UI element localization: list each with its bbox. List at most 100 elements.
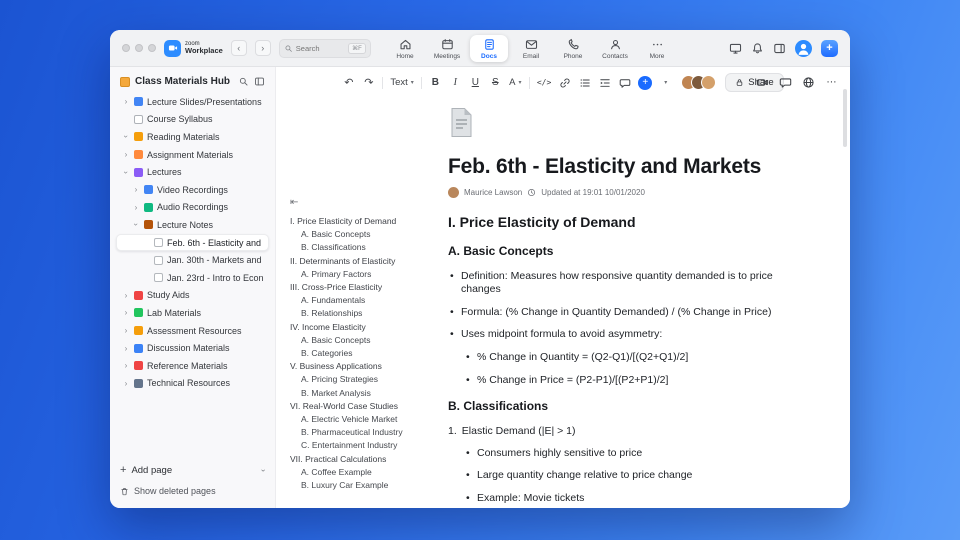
- outline-item[interactable]: A. Basic Concepts: [290, 228, 442, 241]
- outline-item[interactable]: B. Classifications: [290, 241, 442, 254]
- doc-heading-2a[interactable]: A. Basic Concepts: [448, 244, 788, 258]
- user-avatar[interactable]: [795, 39, 812, 57]
- undo-button[interactable]: ↶: [342, 75, 355, 91]
- sidebar-item-lecture-notes[interactable]: › Lecture Notes: [116, 216, 269, 234]
- video-camera-icon[interactable]: [756, 76, 769, 89]
- tab-label: Email: [522, 52, 540, 60]
- sidebar-item-technical-resources[interactable]: › Technical Resources: [116, 375, 269, 393]
- scrollbar[interactable]: [843, 89, 847, 147]
- tab-docs[interactable]: Docs: [470, 34, 508, 62]
- collaborator-avatars[interactable]: [681, 75, 717, 90]
- sidebar-item-course-syllabus[interactable]: ›Course Syllabus: [116, 111, 269, 129]
- outline-item[interactable]: VII. Practical Calculations: [290, 453, 442, 466]
- bullet-item[interactable]: % Change in Quantity = (Q2-Q1)/[(Q2+Q1)/…: [464, 351, 788, 364]
- notifications-bell-icon[interactable]: [751, 42, 764, 55]
- numbered-item-1[interactable]: 1. Elastic Demand (|E| > 1): [448, 425, 788, 437]
- outline-item[interactable]: IV. Income Elasticity: [290, 321, 442, 334]
- minimize-button[interactable]: [135, 44, 143, 52]
- comment-button[interactable]: [618, 75, 631, 91]
- sidebar-item-lecture-slides[interactable]: › Lecture Slides/Presentations: [116, 93, 269, 111]
- sidebar-item-discussion-materials[interactable]: › Discussion Materials: [116, 339, 269, 357]
- italic-button[interactable]: I: [449, 75, 462, 91]
- link-button[interactable]: [558, 75, 571, 91]
- bullet-item[interactable]: Large quantity change relative to price …: [464, 469, 788, 482]
- outline-item[interactable]: B. Pharmaceutical Industry: [290, 426, 442, 439]
- devices-icon[interactable]: [729, 42, 742, 55]
- bullet-item[interactable]: Consumers highly sensitive to price: [464, 447, 788, 460]
- bullet-item[interactable]: Formula: (% Change in Quantity Demanded)…: [448, 306, 788, 319]
- tab-phone[interactable]: Phone: [554, 35, 592, 62]
- collapse-toolbar-chevron[interactable]: ▾: [659, 75, 672, 91]
- search-input[interactable]: [295, 43, 340, 53]
- underline-button[interactable]: U: [469, 75, 482, 91]
- title-bar: zoom Workplace ‹ › ⌘F Home Meetings Docs: [110, 30, 850, 67]
- nav-back-button[interactable]: ‹: [230, 40, 247, 56]
- global-search[interactable]: ⌘F: [278, 38, 371, 58]
- strikethrough-button[interactable]: S: [489, 75, 502, 91]
- outline-item[interactable]: II. Determinants of Elasticity: [290, 255, 442, 268]
- collapse-sidebar-icon[interactable]: [254, 76, 265, 87]
- outline-item[interactable]: A. Coffee Example: [290, 466, 442, 479]
- chevron-down-icon[interactable]: ›: [259, 469, 268, 472]
- sidebar-item-jan-30th[interactable]: ›Jan. 30th - Markets and P...: [116, 251, 269, 269]
- sidebar-item-video-recordings[interactable]: › Video Recordings: [116, 181, 269, 199]
- outline-item[interactable]: I. Price Elasticity of Demand: [290, 215, 442, 228]
- close-button[interactable]: [122, 44, 130, 52]
- text-style-dropdown[interactable]: Text ▾: [390, 75, 413, 91]
- globe-icon[interactable]: [802, 76, 815, 89]
- add-page-button[interactable]: + Add page ›: [120, 464, 268, 476]
- outline-item[interactable]: III. Cross-Price Elasticity: [290, 281, 442, 294]
- sidebar-search-icon[interactable]: [238, 76, 249, 87]
- code-button[interactable]: </>: [537, 75, 551, 91]
- sidebar-item-study-aids[interactable]: › Study Aids: [116, 287, 269, 305]
- show-deleted-pages-button[interactable]: Show deleted pages: [120, 486, 265, 496]
- nav-forward-button[interactable]: ›: [254, 40, 271, 56]
- doc-title[interactable]: Feb. 6th - Elasticity and Markets: [448, 155, 788, 179]
- outline-item[interactable]: A. Electric Vehicle Market: [290, 413, 442, 426]
- bold-button[interactable]: B: [429, 75, 442, 91]
- sidebar-item-audio-recordings[interactable]: › Audio Recordings: [116, 199, 269, 217]
- outline-item[interactable]: B. Luxury Car Example: [290, 479, 442, 492]
- outline-item[interactable]: A. Primary Factors: [290, 268, 442, 281]
- tab-contacts[interactable]: Contacts: [596, 35, 634, 62]
- redo-button[interactable]: ↷: [362, 75, 375, 91]
- outline-item[interactable]: VI. Real-World Case Studies: [290, 400, 442, 413]
- outline-item[interactable]: A. Fundamentals: [290, 294, 442, 307]
- doc-heading-2b[interactable]: B. Classifications: [448, 399, 788, 413]
- outline-item[interactable]: B. Market Analysis: [290, 387, 442, 400]
- tab-home[interactable]: Home: [386, 35, 424, 62]
- insert-block-button[interactable]: +: [638, 75, 653, 90]
- bullet-item[interactable]: Definition: Measures how responsive quan…: [448, 270, 788, 296]
- outline-item[interactable]: V. Business Applications: [290, 360, 442, 373]
- collapse-outline-icon[interactable]: ⇤: [290, 197, 442, 208]
- zoom-window-button[interactable]: [148, 44, 156, 52]
- bullet-list-button[interactable]: [578, 75, 591, 91]
- sidebar-item-lectures[interactable]: › Lectures: [116, 163, 269, 181]
- doc-heading-1[interactable]: I. Price Elasticity of Demand: [448, 214, 788, 230]
- more-options-button[interactable]: ⋯: [825, 75, 838, 91]
- new-item-button[interactable]: +: [821, 39, 838, 57]
- sidebar-item-lab-materials[interactable]: › Lab Materials: [116, 304, 269, 322]
- bullet-item[interactable]: Uses midpoint formula to avoid asymmetry…: [448, 328, 788, 341]
- sidebar-item-feb-6th[interactable]: ›Feb. 6th - Elasticity and M...: [116, 233, 269, 252]
- side-panel-icon[interactable]: [773, 42, 786, 55]
- sidebar-item-assignment-materials[interactable]: › Assignment Materials: [116, 146, 269, 164]
- tab-more[interactable]: More: [638, 35, 676, 62]
- sidebar-item-jan-23rd[interactable]: ›Jan. 23rd - Intro to Econo...: [116, 269, 269, 287]
- sidebar-item-assessment-resources[interactable]: › Assessment Resources: [116, 322, 269, 340]
- outline-item[interactable]: B. Relationships: [290, 307, 442, 320]
- tab-email[interactable]: Email: [512, 35, 550, 62]
- text-color-button[interactable]: A ▾: [509, 75, 522, 91]
- bullet-item[interactable]: % Change in Price = (P2-P1)/[(P2+P1)/2]: [464, 374, 788, 387]
- outline-item[interactable]: A. Pricing Strategies: [290, 373, 442, 386]
- tab-meetings[interactable]: Meetings: [428, 35, 466, 62]
- outline-item[interactable]: C. Entertainment Industry: [290, 439, 442, 452]
- chat-icon[interactable]: [779, 76, 792, 89]
- document-canvas[interactable]: Feb. 6th - Elasticity and Markets Mauric…: [448, 107, 788, 508]
- sidebar-item-reading-materials[interactable]: › Reading Materials: [116, 128, 269, 146]
- indent-button[interactable]: [598, 75, 611, 91]
- bullet-item[interactable]: Example: Movie tickets: [464, 492, 788, 505]
- outline-item[interactable]: B. Categories: [290, 347, 442, 360]
- sidebar-item-reference-materials[interactable]: › Reference Materials: [116, 357, 269, 375]
- outline-item[interactable]: A. Basic Concepts: [290, 334, 442, 347]
